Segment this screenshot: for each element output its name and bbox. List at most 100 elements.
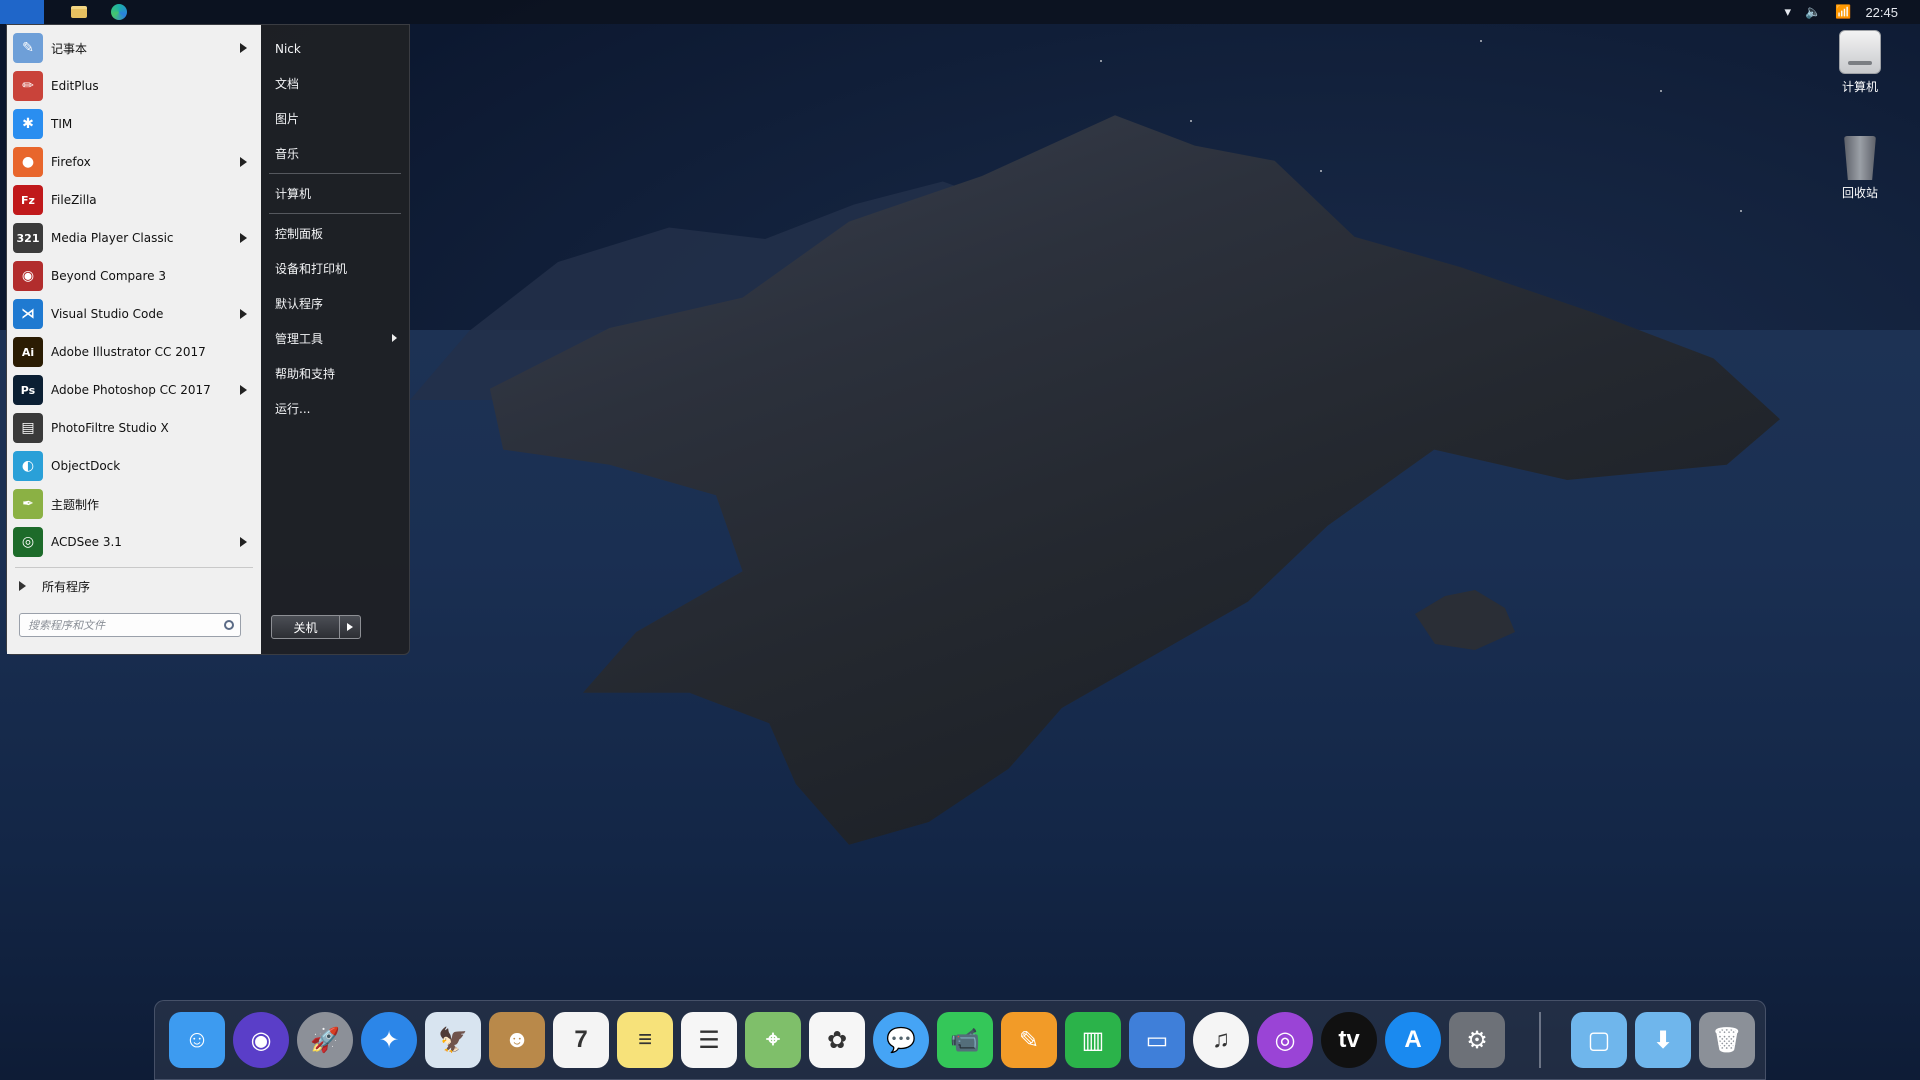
- apple-menu-button[interactable]: [0, 0, 44, 24]
- program-label: 记事本: [51, 41, 88, 56]
- signal-icon[interactable]: 📶: [1835, 4, 1851, 20]
- program-label: Visual Studio Code: [51, 307, 164, 321]
- reminders-icon[interactable]: ☰: [681, 1012, 737, 1068]
- program-label: EditPlus: [51, 79, 99, 93]
- edge-browser-icon[interactable]: [102, 0, 136, 24]
- submenu-arrow-icon[interactable]: [240, 157, 247, 167]
- theme-maker-icon: ✒: [13, 489, 43, 519]
- places-list: Nick 文档图片音乐计算机控制面板 设备和打印机默认程序管理工具帮助和支持运行..…: [261, 31, 409, 426]
- program-item[interactable]: ◉ Beyond Compare 3: [7, 257, 261, 295]
- recycle-bin-icon: [1844, 136, 1876, 180]
- program-label: TIM: [51, 117, 73, 131]
- program-item[interactable]: ◐ ObjectDock: [7, 447, 261, 485]
- program-item[interactable]: ⋊ Visual Studio Code: [7, 295, 261, 333]
- place-label: 管理工具: [275, 332, 324, 346]
- photos-icon[interactable]: ✿: [809, 1012, 865, 1068]
- vscode-icon: ⋊: [13, 299, 43, 329]
- shutdown-button[interactable]: 关机: [272, 616, 340, 638]
- star: [1740, 210, 1742, 212]
- submenu-arrow-icon[interactable]: [240, 385, 247, 395]
- program-label: ACDSee 3.1: [51, 535, 122, 549]
- calendar-icon[interactable]: 7: [553, 1012, 609, 1068]
- star: [1660, 90, 1662, 92]
- search-icon[interactable]: [224, 620, 234, 630]
- tray-dropdown-icon[interactable]: ▾: [1785, 4, 1792, 20]
- shutdown-options-arrow[interactable]: [340, 616, 360, 638]
- pages-icon[interactable]: ✎: [1001, 1012, 1057, 1068]
- star: [1100, 60, 1102, 62]
- siri-icon[interactable]: ◉: [233, 1012, 289, 1068]
- program-item[interactable]: Ps Adobe Photoshop CC 2017: [7, 371, 261, 409]
- program-label: PhotoFiltre Studio X: [51, 421, 169, 435]
- volume-icon[interactable]: 🔈: [1805, 4, 1821, 20]
- itunes-icon[interactable]: ♫: [1193, 1012, 1249, 1068]
- place-label: 帮助和支持: [275, 367, 336, 381]
- place-item[interactable]: 运行...: [261, 391, 409, 426]
- system-preferences-icon[interactable]: ⚙: [1449, 1012, 1505, 1068]
- place-item[interactable]: 计算机: [261, 176, 409, 211]
- submenu-arrow-icon[interactable]: [240, 233, 247, 243]
- program-label: Beyond Compare 3: [51, 269, 166, 283]
- downloads-folder-icon[interactable]: ⬇: [1635, 1012, 1691, 1068]
- folder-icon[interactable]: [62, 0, 96, 24]
- submenu-arrow-icon[interactable]: [392, 334, 397, 342]
- safari-icon[interactable]: ✦: [361, 1012, 417, 1068]
- firefox-icon: ●: [13, 147, 43, 177]
- program-label: Media Player Classic: [51, 231, 174, 245]
- place-item[interactable]: 控制面板: [261, 216, 409, 251]
- apple-tv-icon[interactable]: tv: [1321, 1012, 1377, 1068]
- place-item[interactable]: 管理工具: [261, 321, 409, 356]
- place-item[interactable]: 帮助和支持: [261, 356, 409, 391]
- place-item[interactable]: 音乐: [261, 136, 409, 171]
- program-item[interactable]: ✎ 记事本: [7, 29, 261, 67]
- divider: [269, 173, 401, 174]
- program-item[interactable]: Ai Adobe Illustrator CC 2017: [7, 333, 261, 371]
- app-store-icon[interactable]: A: [1385, 1012, 1441, 1068]
- podcasts-icon[interactable]: ◎: [1257, 1012, 1313, 1068]
- mail-icon[interactable]: 🦅: [425, 1012, 481, 1068]
- maps-icon[interactable]: ⌖: [745, 1012, 801, 1068]
- program-list: ✎ 记事本 ✏ EditPlus ✱ TIM ● Firefox Fz FileZilla 321 M…: [7, 29, 261, 561]
- program-item[interactable]: 321 Media Player Classic: [7, 219, 261, 257]
- place-label: 图片: [275, 112, 300, 126]
- submenu-arrow-icon[interactable]: [240, 309, 247, 319]
- place-label: 默认程序: [275, 297, 324, 311]
- program-item[interactable]: ◎ ACDSee 3.1: [7, 523, 261, 561]
- all-programs-button[interactable]: 所有程序: [7, 572, 261, 600]
- photofiltre-icon: ▤: [13, 413, 43, 443]
- star: [1320, 170, 1322, 172]
- tim-icon: ✱: [13, 109, 43, 139]
- contacts-icon[interactable]: ☻: [489, 1012, 545, 1068]
- place-item[interactable]: 默认程序: [261, 286, 409, 321]
- star: [1480, 40, 1482, 42]
- desktop-icon-recycle-bin[interactable]: 回收站: [1820, 136, 1900, 201]
- finder-icon[interactable]: ☺: [169, 1012, 225, 1068]
- clock[interactable]: 22:45: [1865, 5, 1898, 20]
- place-item[interactable]: Nick: [261, 31, 409, 66]
- documents-folder-icon[interactable]: ▢: [1571, 1012, 1627, 1068]
- start-menu-places-pane: Nick 文档图片音乐计算机控制面板 设备和打印机默认程序管理工具帮助和支持运行..…: [261, 25, 409, 654]
- numbers-icon[interactable]: ▥: [1065, 1012, 1121, 1068]
- program-item[interactable]: Fz FileZilla: [7, 181, 261, 219]
- desktop-icon-computer[interactable]: 计算机: [1820, 30, 1900, 95]
- program-item[interactable]: ▤ PhotoFiltre Studio X: [7, 409, 261, 447]
- program-item[interactable]: ✱ TIM: [7, 105, 261, 143]
- notes-icon[interactable]: ≡: [617, 1012, 673, 1068]
- place-label: Nick: [275, 41, 301, 56]
- facetime-icon[interactable]: 📹: [937, 1012, 993, 1068]
- chevron-right-icon: [19, 581, 26, 591]
- submenu-arrow-icon[interactable]: [240, 43, 247, 53]
- place-item[interactable]: 文档: [261, 66, 409, 101]
- program-item[interactable]: ✒ 主题制作: [7, 485, 261, 523]
- program-item[interactable]: ✏ EditPlus: [7, 67, 261, 105]
- trash-icon[interactable]: 🗑: [1699, 1012, 1755, 1068]
- place-item[interactable]: 设备和打印机: [261, 251, 409, 286]
- messages-icon[interactable]: 💬: [873, 1012, 929, 1068]
- place-item[interactable]: 图片: [261, 101, 409, 136]
- submenu-arrow-icon[interactable]: [240, 537, 247, 547]
- search-input[interactable]: 搜索程序和文件: [19, 613, 241, 637]
- objectdock-icon: ◐: [13, 451, 43, 481]
- program-item[interactable]: ● Firefox: [7, 143, 261, 181]
- keynote-icon[interactable]: ▭: [1129, 1012, 1185, 1068]
- launchpad-icon[interactable]: 🚀: [297, 1012, 353, 1068]
